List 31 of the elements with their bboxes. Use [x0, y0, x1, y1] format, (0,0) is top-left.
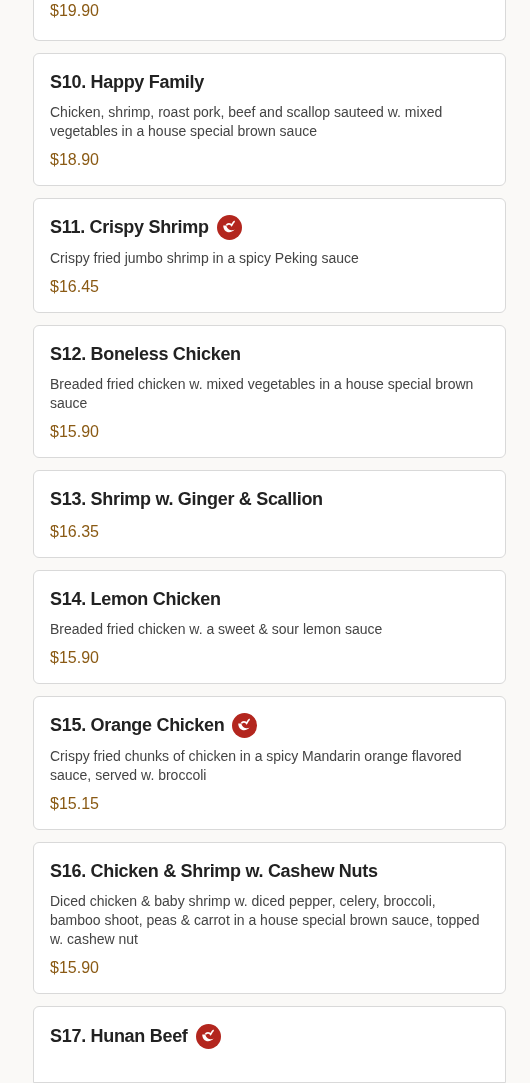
item-price: $15.15: [50, 794, 100, 814]
item-price: $16.45: [50, 277, 100, 297]
item-price: $18.90: [50, 150, 100, 170]
item-title: S14. Lemon Chicken: [50, 588, 221, 611]
item-price: $16.35: [50, 522, 100, 542]
item-title: S13. Shrimp w. Ginger & Scallion: [50, 488, 323, 511]
menu-item-card[interactable]: S14. Lemon Chicken Breaded fried chicken w. a sweet & sour lemon sauce $15.90: [33, 570, 506, 684]
item-description: Breaded fried chicken w. a sweet & sour lemon sauce: [50, 620, 384, 639]
item-description: Crispy fried jumbo shrimp in a spicy Peking sauce: [50, 249, 360, 268]
item-title: S12. Boneless Chicken: [50, 343, 241, 366]
item-title: S16. Chicken & Shrimp w. Cashew Nuts: [50, 860, 378, 883]
menu-item-card[interactable]: S10. Happy Family Chicken, shrimp, roast pork, beef and scallop sauteed w. mixed vegetables in a house special brown sauce $18.90: [33, 53, 506, 186]
item-title: S10. Happy Family: [50, 71, 204, 94]
item-description: Chicken, shrimp, roast pork, beef and scallop sauteed w. mixed vegetables in a house special brown sauce: [50, 103, 444, 141]
item-description: Diced chicken & baby shrimp w. diced pepper, celery, broccoli, bamboo shoot, peas & carrot in a house special brown sauce, topped w. cashew nut: [50, 892, 481, 949]
item-title: S17. Hunan Beef: [50, 1025, 188, 1048]
item-description: Crispy fried chunks of chicken in a spicy Mandarin orange flavored sauce, served w. broccoli: [50, 747, 463, 785]
menu-item-card[interactable]: S11. Crispy Shrimp Crispy fried jumbo shrimp in a spicy Peking sauce $16.45: [33, 198, 506, 313]
item-title: S11. Crispy Shrimp: [50, 216, 209, 239]
item-price: $15.90: [50, 958, 100, 978]
item-description: Breaded fried chicken w. mixed vegetables in a house special brown sauce: [50, 375, 475, 413]
item-price: $15.90: [50, 422, 100, 442]
item-price: $19.90: [50, 1, 100, 21]
menu-item-card[interactable]: S12. Boneless Chicken Breaded fried chicken w. mixed vegetables in a house special brown sauce $15.90: [33, 325, 506, 458]
menu-item-card[interactable]: $19.90: [33, 0, 506, 41]
item-title: S15. Orange Chicken: [50, 714, 225, 737]
menu-item-card[interactable]: S17. Hunan Beef: [33, 1006, 506, 1083]
menu-item-card[interactable]: S15. Orange Chicken Crispy fried chunks of chicken in a spicy Mandarin orange flavored sauce, served w. broccoli $15.15: [33, 696, 506, 830]
menu-item-card[interactable]: S13. Shrimp w. Ginger & Scallion $16.35: [33, 470, 506, 558]
item-price: $15.90: [50, 648, 100, 668]
menu-item-card[interactable]: S16. Chicken & Shrimp w. Cashew Nuts Diced chicken & baby shrimp w. diced pepper, celery, broccoli, bamboo shoot, peas & carrot in a house special brown sauce, topped w. cashew nut $15.90: [33, 842, 506, 994]
